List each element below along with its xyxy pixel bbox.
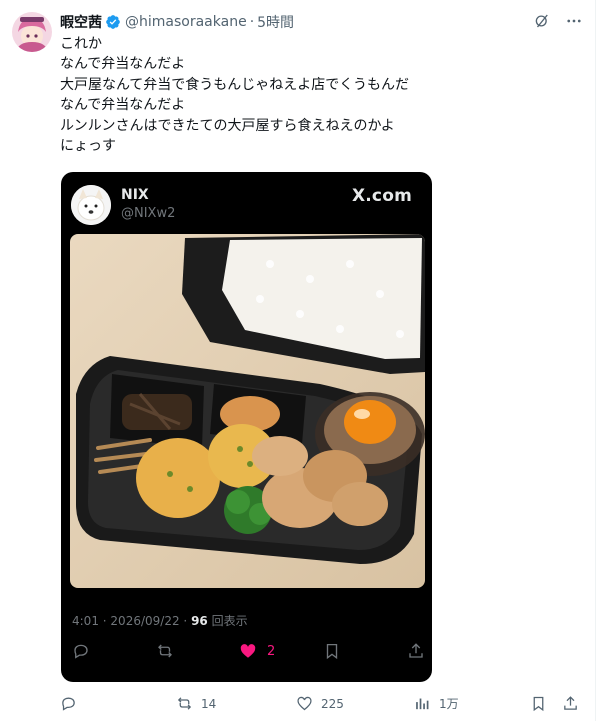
quoted-post-actions: 2: [61, 642, 432, 664]
repost-icon: [177, 697, 192, 710]
quoted-author-avatar: [71, 185, 111, 225]
verified-badge-icon: [105, 14, 121, 30]
like-count: 225: [321, 696, 344, 711]
quoted-like: 2: [239, 642, 275, 660]
more-options-icon[interactable]: [565, 12, 583, 30]
tweet-line: なんで弁当なんだよ: [60, 56, 186, 73]
author-handle[interactable]: @himasoraakane: [125, 14, 247, 30]
quoted-author-name: NIX: [121, 187, 149, 203]
dog-avatar-icon: [71, 185, 111, 225]
bento-photo-icon: [70, 234, 425, 588]
author-display-name[interactable]: 暇空茜: [60, 12, 102, 32]
tweet[interactable]: 暇空茜 @himasoraakane · 5時間 これか なんで弁当なんだよ 大…: [0, 0, 596, 721]
separator-dot: ·: [183, 614, 192, 628]
tweet-line: なんで弁当なんだよ: [60, 97, 186, 114]
tweet-line: ルンルンさんはできたての大戸屋すら食えねえのかよ: [60, 117, 395, 134]
quoted-author-handle: @NIXw2: [121, 206, 176, 221]
quoted-like-count: 2: [267, 643, 276, 659]
views-button[interactable]: 1万: [414, 695, 459, 712]
quoted-post-time: 4:01: [72, 614, 99, 628]
quoted-post-meta: 4:01 · 2026/09/22 · 96 回表示: [72, 612, 248, 629]
tweet-line: これか: [60, 36, 102, 52]
bookmark-button[interactable]: [530, 695, 547, 712]
header-actions: [533, 12, 583, 30]
reply-button[interactable]: [60, 695, 77, 712]
quoted-screenshot-card[interactable]: NIX @NIXw2 X.com 4:01 · 2026/09/22 · 96 …: [61, 172, 432, 682]
share-icon: [564, 696, 577, 710]
quoted-post-date: 2026/09/22: [110, 614, 180, 628]
tweet-line: にょっす: [60, 138, 116, 155]
bento-photo[interactable]: [70, 234, 425, 588]
tweet-line: 大戸屋なんて弁当で食うもんじゃねえよ店でくうもんだ: [60, 76, 410, 93]
repost-count: 14: [201, 696, 217, 711]
repost-button[interactable]: 14: [176, 695, 216, 712]
separator-dot: ·: [249, 14, 255, 30]
share-button[interactable]: [562, 695, 579, 712]
quoted-reply-icon: [72, 642, 90, 660]
reply-icon: [62, 697, 75, 711]
tweet-time[interactable]: 5時間: [257, 12, 294, 32]
quoted-post-views-count: 96: [191, 614, 208, 628]
analytics-icon: [416, 698, 429, 710]
brand-watermark: X.com: [351, 186, 412, 206]
grok-icon[interactable]: [533, 12, 551, 30]
tweet-header: 暇空茜 @himasoraakane · 5時間: [60, 12, 583, 32]
author-avatar[interactable]: [12, 12, 52, 52]
bookmark-icon: [533, 696, 544, 712]
user-avatar-icon: [12, 12, 52, 52]
tweet-actions: 14 225 1万: [60, 695, 584, 717]
heart-filled-icon: [240, 644, 256, 658]
tweet-text: これか なんで弁当なんだよ 大戸屋なんて弁当で食うもんじゃねえよ店でくうもんだ …: [60, 34, 580, 156]
heart-icon: [297, 696, 312, 711]
quoted-bookmark-icon: [323, 642, 341, 660]
quoted-repost-icon: [156, 642, 174, 660]
like-button[interactable]: 225: [296, 695, 344, 712]
quoted-post-views-label: 回表示: [211, 614, 248, 628]
quoted-share-icon: [407, 642, 425, 660]
views-count: 1万: [439, 697, 459, 711]
